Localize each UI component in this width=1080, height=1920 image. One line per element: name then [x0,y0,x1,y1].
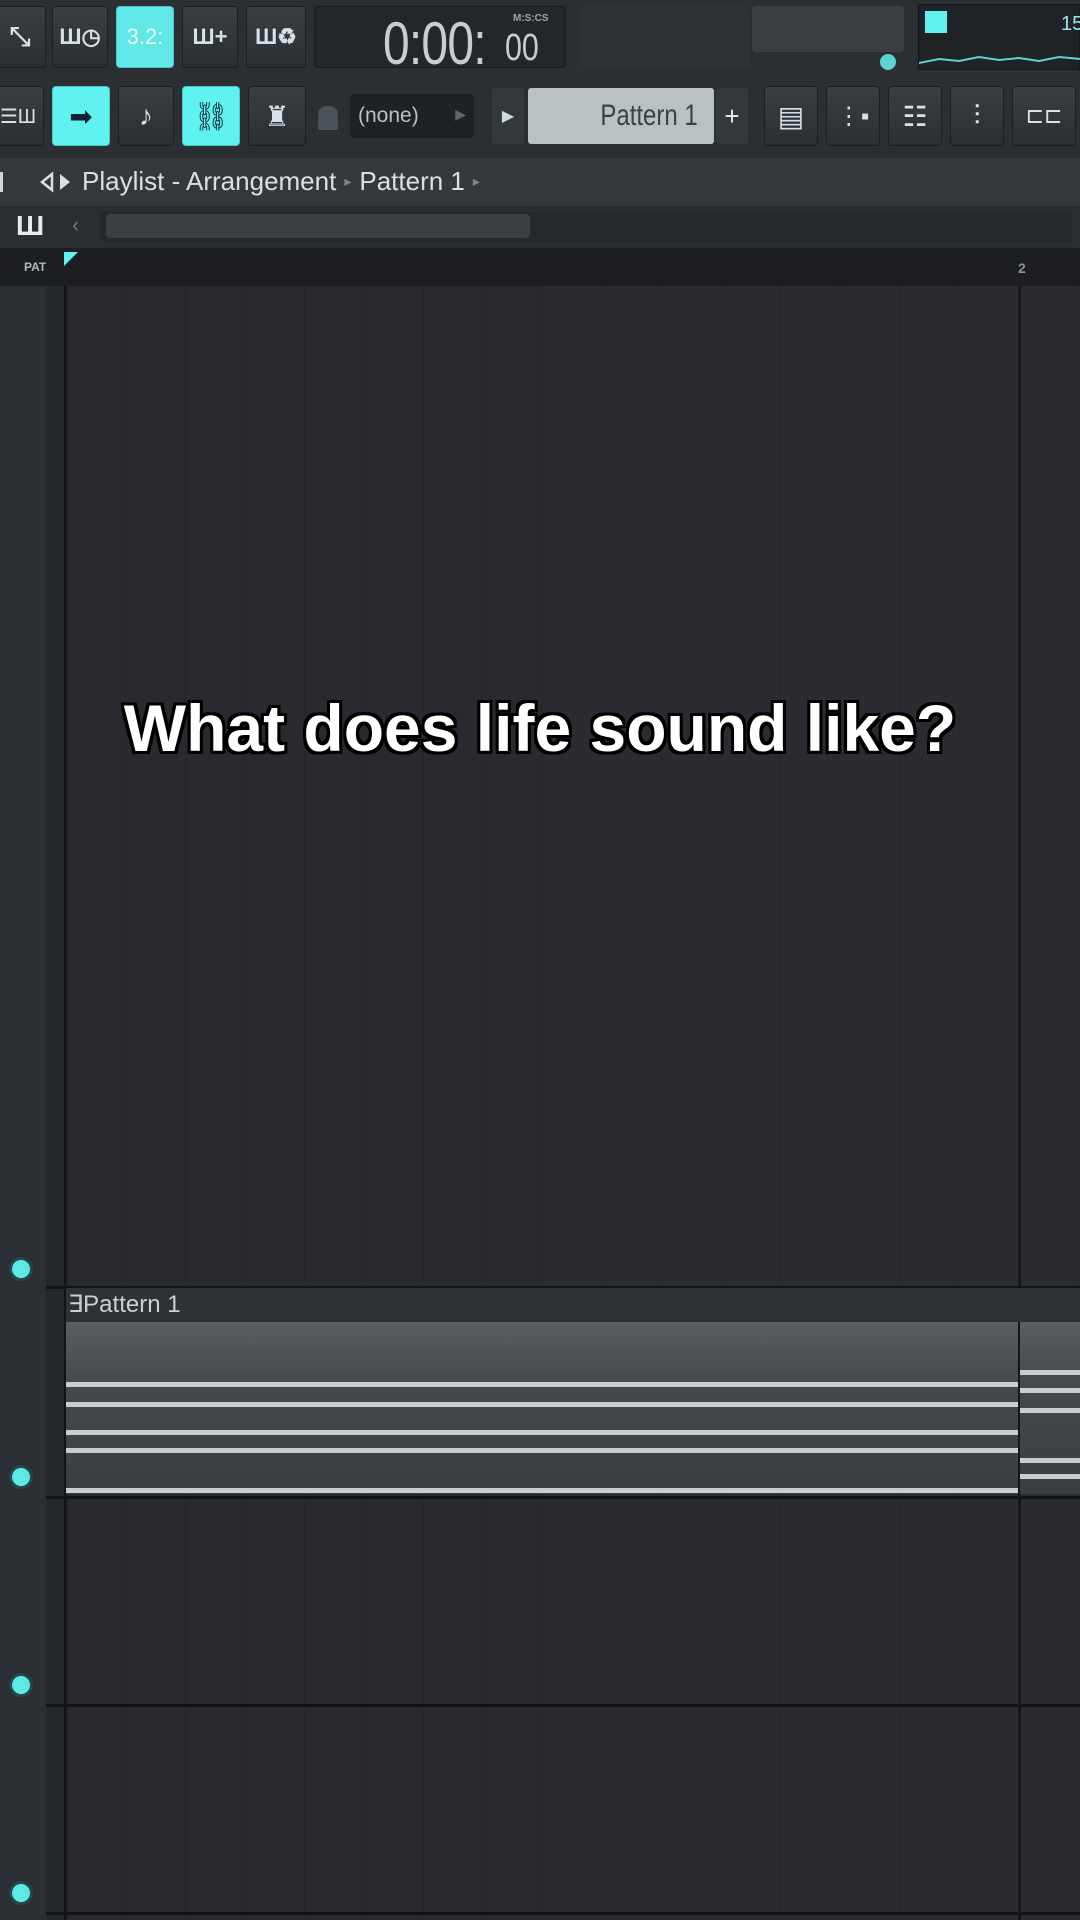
pat-label: PAT [24,260,47,274]
note-bar [1020,1474,1080,1479]
status-dot-icon [880,54,896,70]
grid-bar-shade [66,286,542,1920]
track-header-strip [46,286,66,1920]
track-header-column [0,286,46,1920]
snap-selector[interactable]: (none) ▶ [350,94,474,138]
track-separator [46,1912,1080,1915]
plugin-picker-button[interactable]: ⊏⊏ [1012,86,1076,146]
note-bar [66,1382,1018,1387]
time-centiseconds: 00 [505,27,539,69]
mixer-button[interactable]: ⫶ [950,86,1004,146]
note-bar [66,1430,1018,1435]
mixer-icon: ⫶ [973,99,981,131]
tempo-icon: 3.2: [126,24,164,49]
hint-panel [580,6,750,68]
timeline-ruler[interactable]: PAT 2 [0,248,1080,286]
track-separator [46,1704,1080,1707]
bar-number-label: 2 [1018,260,1026,276]
breadcrumb-pattern[interactable]: Pattern 1 [359,166,465,196]
monitor-value: 15 [1061,13,1080,35]
track-mute-dot-icon[interactable] [12,1676,30,1694]
stamp-icon: ♜ [264,100,290,132]
hint-panel-secondary [752,6,904,52]
speaker-icon[interactable] [40,168,74,196]
bar-divider [1018,286,1021,1920]
piano-roll-icon: ☰Ш [0,105,37,128]
playlist-window-icon: ▤ [777,100,805,132]
record-icon: ⤡ [9,21,31,51]
channel-rack-icon: ⋮▪ [836,102,870,130]
cpu-monitor[interactable]: 15 [918,4,1080,70]
stamp-button[interactable]: ♜ [248,86,306,146]
toolbar-top: ⤡ Ш◷ 3.2: Ш+ Ш♻ 0:00: 00 M:S:CS 15 [0,0,1080,77]
channel-rack-button[interactable]: ⋮▪ [826,86,880,146]
playlist-titlebar[interactable]: Playlist - Arrangement ▸ Pattern 1 ▸ [0,158,1080,206]
toolbar-secondary: ☰Ш ➡ ♪ ⛓ ♜ (none) ▶ ▶ Pattern 1 + ▤ ⋮▪ ☷… [0,76,1080,158]
track-mute-dot-icon[interactable] [12,1260,30,1278]
pattern-clip-name: Pattern 1 [83,1291,181,1318]
metronome-icon: Ш◷ [59,24,101,49]
scroll-thumb[interactable] [106,214,530,238]
loop-record-button[interactable]: Ш♻ [246,6,306,68]
breadcrumb-playlist[interactable]: Playlist - Arrangement [82,166,336,196]
pattern-selector[interactable]: Pattern 1 [528,88,714,144]
pattern-clip-next[interactable] [1020,1322,1080,1494]
note-bar [1020,1388,1080,1393]
note-bar [66,1402,1018,1407]
note-bar [1020,1458,1080,1463]
playlist-window-button[interactable]: ▤ [764,86,818,146]
note-tool-button[interactable]: ♪ [118,86,174,146]
track-mute-dot-icon[interactable] [12,1884,30,1902]
track-mute-dot-icon[interactable] [12,1468,30,1486]
browser-button[interactable]: ☷ [888,86,942,146]
plus-icon: + [724,100,740,131]
loop-icon: Ш♻ [255,24,297,49]
playlist-icon[interactable]: Ш [16,210,56,244]
metronome-button[interactable]: Ш◷ [52,6,108,68]
snap-arrow-icon: ▶ [455,106,466,122]
time-display: 0:00: [383,10,487,77]
record-mode-button[interactable]: ⤡ [0,6,46,68]
pattern-clip-label[interactable]: ∃Pattern 1 [68,1290,181,1319]
horizontal-scroll-row: Ш ‹ [0,206,1080,248]
snap-value: (none) [358,104,419,127]
pattern-selector-label: Pattern 1 [600,99,698,132]
piano-roll-button[interactable]: ☰Ш [0,86,44,146]
tempo-button[interactable]: 3.2: [116,6,174,68]
chevron-right-icon: ▸ [472,173,480,189]
note-icon: ♪ [139,100,153,131]
plugin-picker-icon: ⊏⊏ [1025,103,1063,128]
monitor-waveform [919,55,1080,64]
step-mode-button[interactable]: ➡ [52,86,110,146]
pattern-clip-icon: ∃ [68,1291,84,1318]
play-arrow-icon: ▶ [501,108,515,125]
pattern-clip[interactable] [66,1322,1018,1494]
monitor-indicator-icon [925,11,947,33]
scroll-left-icon[interactable]: ‹ [72,212,96,242]
playhead-marker-icon[interactable] [64,252,78,266]
note-bar [66,1448,1018,1453]
pattern-prev-button[interactable]: ▶ [492,88,524,144]
add-pattern-icon: Ш+ [192,24,228,49]
track-separator [46,1496,1080,1499]
time-format-label: M:S:CS [513,13,549,24]
time-display-panel[interactable]: 0:00: 00 M:S:CS [314,6,566,77]
chevron-right-icon: ▸ [344,173,352,189]
breadcrumb: Playlist - Arrangement ▸ Pattern 1 ▸ [82,166,488,197]
add-pattern-button[interactable]: Ш+ [182,6,238,68]
link-button[interactable]: ⛓ [182,86,240,146]
link-icon: ⛓ [193,100,229,132]
browser-icon: ☷ [902,100,928,132]
step-arrow-icon: ➡ [69,100,93,132]
video-caption: What does life sound like? [123,691,957,765]
note-bar [66,1488,1018,1493]
note-bar [1020,1370,1080,1375]
note-bar [1020,1408,1080,1413]
window-edge-icon [0,172,3,192]
pattern-clip-header[interactable] [66,1288,1080,1322]
snap-knob-icon [318,106,338,130]
add-pattern-button[interactable]: + [716,88,748,144]
